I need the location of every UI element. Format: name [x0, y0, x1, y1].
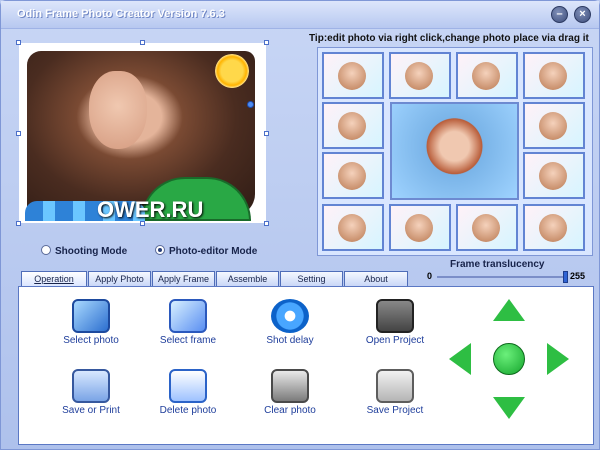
tab-apply-photo[interactable]: Apply Photo — [88, 271, 151, 287]
camera-icon — [376, 299, 414, 333]
open-project-button[interactable]: Open Project — [350, 299, 440, 346]
compass-icon — [271, 299, 309, 333]
radio-icon — [41, 245, 51, 255]
resize-handle-sw[interactable] — [16, 221, 21, 226]
move-up-button[interactable] — [493, 299, 525, 321]
resize-handle-w[interactable] — [16, 131, 21, 136]
frame-thumbnail[interactable] — [456, 204, 518, 251]
select-photo-label: Select photo — [63, 335, 119, 346]
photo-editor-mode-radio[interactable]: Photo-editor Mode — [155, 245, 257, 257]
move-right-button[interactable] — [547, 343, 569, 375]
photo-position-controls — [449, 299, 569, 419]
move-left-button[interactable] — [449, 343, 471, 375]
delete-photo-label: Delete photo — [159, 405, 217, 416]
frame-thumbnail[interactable] — [322, 204, 384, 251]
frame-thumbnail[interactable] — [389, 52, 451, 99]
tab-operation[interactable]: Operation — [21, 271, 87, 287]
resize-handle-se[interactable] — [264, 221, 269, 226]
preview-watermark: OWER.RU — [97, 197, 204, 222]
tip-text: Tip:edit photo via right click,change ph… — [309, 33, 589, 44]
frame-icon — [169, 299, 207, 333]
resize-handle-n[interactable] — [140, 40, 145, 45]
save-project-button[interactable]: Save Project — [350, 369, 440, 416]
shot-delay-label: Shot delay — [266, 335, 314, 346]
open-project-label: Open Project — [365, 335, 425, 346]
resize-handle-s[interactable] — [140, 221, 145, 226]
delete-icon — [169, 369, 207, 403]
frame-translucency-label: Frame translucency — [450, 259, 545, 270]
frame-thumbnail[interactable] — [523, 102, 585, 149]
save-or-print-label: Save or Print — [62, 405, 120, 416]
close-button[interactable]: × — [574, 6, 591, 23]
drag-point-icon[interactable] — [247, 101, 254, 108]
resize-handle-ne[interactable] — [264, 40, 269, 45]
delete-photo-button[interactable]: Delete photo — [143, 369, 233, 416]
radio-selected-icon — [155, 245, 165, 255]
resize-handle-e[interactable] — [264, 131, 269, 136]
printer-icon — [72, 369, 110, 403]
window-title: Odin Frame Photo Creator Version 7.6.3 — [17, 8, 225, 20]
save-or-print-button[interactable]: Save or Print — [46, 369, 136, 416]
frame-thumbnail[interactable] — [456, 52, 518, 99]
photo-icon — [72, 299, 110, 333]
tab-assemble-photo[interactable]: Assemble photo — [216, 271, 279, 298]
portrait-face — [89, 71, 147, 149]
frame-thumbnail[interactable] — [523, 204, 585, 251]
frame-thumbnail[interactable] — [389, 204, 451, 251]
shooting-mode-label: Shooting Mode — [55, 246, 128, 257]
slider-track[interactable] — [437, 276, 567, 278]
select-frame-button[interactable]: Select frame — [143, 299, 233, 346]
frame-thumbnail[interactable] — [322, 102, 384, 149]
minimize-button[interactable]: – — [551, 6, 568, 23]
clear-photo-button[interactable]: Clear photo — [245, 369, 335, 416]
slider-thumb[interactable] — [563, 271, 568, 283]
app-window: Odin Frame Photo Creator Version 7.6.3 –… — [0, 0, 600, 450]
frame-thumbnail-grid[interactable] — [317, 47, 593, 256]
project-icon — [376, 369, 414, 403]
tab-setting[interactable]: Setting — [280, 271, 343, 287]
tab-apply-frame[interactable]: Apply Frame — [152, 271, 215, 287]
frame-translucency-slider[interactable]: 0 255 — [427, 271, 591, 283]
frame-thumbnail[interactable] — [523, 152, 585, 199]
frame-thumbnail[interactable] — [523, 52, 585, 99]
center-button[interactable] — [493, 343, 525, 375]
selected-frame-preview[interactable] — [390, 102, 519, 200]
select-photo-button[interactable]: Select photo — [46, 299, 136, 346]
clear-photo-label: Clear photo — [264, 405, 316, 416]
resize-handle-nw[interactable] — [16, 40, 21, 45]
title-bar: Odin Frame Photo Creator Version 7.6.3 –… — [1, 1, 599, 29]
photo-editor-mode-label: Photo-editor Mode — [169, 246, 258, 257]
slider-min-label: 0 — [427, 271, 433, 281]
move-down-button[interactable] — [493, 397, 525, 419]
photo-preview[interactable]: OWER.RU — [16, 40, 269, 226]
slider-max-label: 255 — [570, 271, 586, 281]
shooting-mode-radio[interactable]: Shooting Mode — [41, 245, 127, 257]
select-frame-label: Select frame — [159, 335, 217, 346]
trash-icon — [271, 369, 309, 403]
frame-thumbnail[interactable] — [322, 52, 384, 99]
tab-about[interactable]: About — [344, 271, 408, 287]
frame-thumbnail[interactable] — [322, 152, 384, 199]
save-project-label: Save Project — [366, 405, 424, 416]
shot-delay-button[interactable]: Shot delay — [245, 299, 335, 346]
sun-icon — [215, 54, 249, 88]
